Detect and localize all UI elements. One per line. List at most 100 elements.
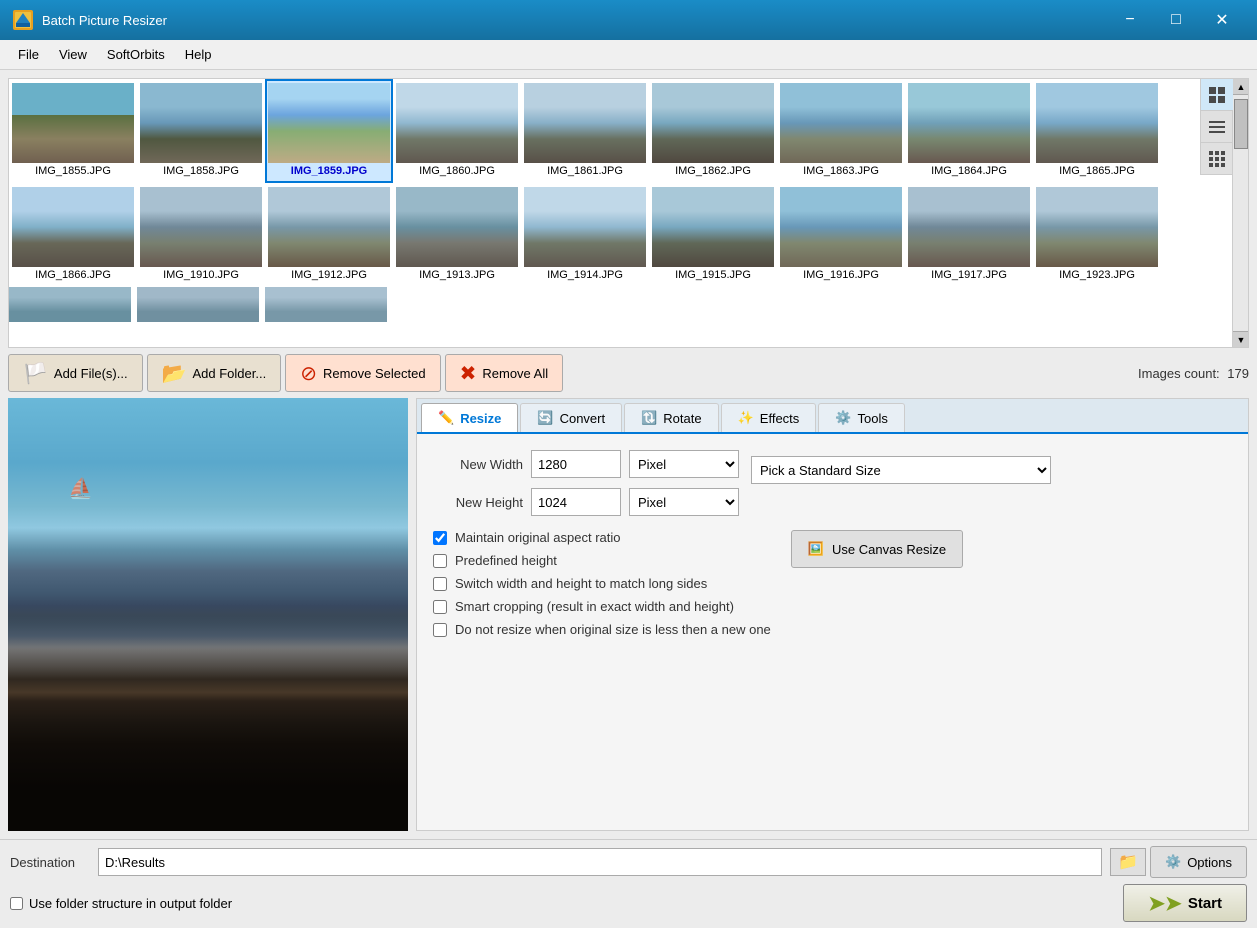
minimize-button[interactable]: −	[1107, 0, 1153, 40]
tab-effects[interactable]: ✨ Effects	[721, 403, 817, 432]
view-grid-button[interactable]	[1201, 143, 1233, 175]
view-list-button[interactable]	[1201, 111, 1233, 143]
no-resize-row: Do not resize when original size is less…	[433, 622, 771, 637]
width-unit-select[interactable]: Pixel Percent Centimeter Inch	[629, 450, 739, 478]
height-input[interactable]	[531, 488, 621, 516]
gallery-item-1862[interactable]: IMG_1862.JPG	[649, 79, 777, 183]
label-1916: IMG_1916.JPG	[781, 267, 901, 283]
height-row: New Height Pixel Percent Centimeter Inch	[433, 488, 739, 516]
sailboat-icon: ⛵	[68, 476, 93, 501]
add-folder-button[interactable]: 📂 Add Folder...	[147, 354, 282, 392]
browse-destination-button[interactable]: 📁	[1110, 848, 1146, 876]
folder-structure-checkbox[interactable]	[10, 897, 23, 910]
label-1861: IMG_1861.JPG	[525, 163, 645, 179]
gallery-item-1923[interactable]: IMG_1923.JPG	[1033, 183, 1161, 287]
add-files-button[interactable]: 🏳️ Add File(s)...	[8, 354, 143, 392]
destination-row: Destination 📁 ⚙️ Options	[10, 846, 1247, 878]
gallery-item-1861[interactable]: IMG_1861.JPG	[521, 79, 649, 183]
remove-all-button[interactable]: ✖ Remove All	[445, 354, 564, 392]
label-1913: IMG_1913.JPG	[397, 267, 517, 283]
remove-selected-button[interactable]: ⊘ Remove Selected	[285, 354, 440, 392]
width-input[interactable]	[531, 450, 621, 478]
no-resize-label: Do not resize when original size is less…	[455, 622, 771, 637]
standard-size-select[interactable]: Pick a Standard Size 640×480 800×600 102…	[751, 456, 1051, 484]
effects-tab-label: Effects	[760, 411, 800, 426]
gallery-item-1916[interactable]: IMG_1916.JPG	[777, 183, 905, 287]
bottom-buttons-row: Use folder structure in output folder ➤➤…	[10, 884, 1247, 922]
scroll-up-arrow[interactable]: ▲	[1233, 79, 1249, 95]
label-1863: IMG_1863.JPG	[781, 163, 901, 179]
smart-cropping-row: Smart cropping (result in exact width an…	[433, 599, 771, 614]
gallery-item-1914[interactable]: IMG_1914.JPG	[521, 183, 649, 287]
gallery-item-1859[interactable]: IMG_1859.JPG	[265, 79, 393, 183]
scroll-down-arrow[interactable]: ▼	[1233, 331, 1249, 347]
preview-image: ⛵	[8, 398, 408, 831]
no-resize-checkbox[interactable]	[433, 623, 447, 637]
gallery-partial-3	[265, 287, 393, 322]
smart-cropping-checkbox[interactable]	[433, 600, 447, 614]
start-button[interactable]: ➤➤ Start	[1123, 884, 1247, 922]
scroll-thumb[interactable]	[1234, 99, 1248, 149]
label-1912: IMG_1912.JPG	[269, 267, 389, 283]
canvas-resize-button[interactable]: 🖼️ Use Canvas Resize	[791, 530, 963, 568]
maintain-aspect-checkbox[interactable]	[433, 531, 447, 545]
label-1866: IMG_1866.JPG	[13, 267, 133, 283]
label-1923: IMG_1923.JPG	[1037, 267, 1157, 283]
gallery-item-1860[interactable]: IMG_1860.JPG	[393, 79, 521, 183]
gallery-item-1866[interactable]: IMG_1866.JPG	[9, 183, 137, 287]
menu-softorbits[interactable]: SoftOrbits	[97, 43, 175, 66]
thumb-1855	[12, 83, 134, 163]
gallery-item-1858[interactable]: IMG_1858.JPG	[137, 79, 265, 183]
label-1915: IMG_1915.JPG	[653, 267, 773, 283]
predefined-height-checkbox[interactable]	[433, 554, 447, 568]
thumb-1863	[780, 83, 902, 163]
add-files-label: Add File(s)...	[54, 366, 128, 381]
remove-selected-icon: ⊘	[300, 361, 317, 386]
view-thumbnail-button[interactable]	[1201, 79, 1233, 111]
thumb-1864	[908, 83, 1030, 163]
menubar: File View SoftOrbits Help	[0, 40, 1257, 70]
maximize-button[interactable]: □	[1153, 0, 1199, 40]
gallery-item-1864[interactable]: IMG_1864.JPG	[905, 79, 1033, 183]
gallery-item-1863[interactable]: IMG_1863.JPG	[777, 79, 905, 183]
close-button[interactable]: ✕	[1199, 0, 1245, 40]
resize-tab-icon: ✏️	[438, 410, 454, 426]
gallery-item-1913[interactable]: IMG_1913.JPG	[393, 183, 521, 287]
gallery-item-1915[interactable]: IMG_1915.JPG	[649, 183, 777, 287]
destination-input[interactable]	[98, 848, 1102, 876]
dimensions-row: New Width Pixel Percent Centimeter Inch	[433, 450, 1232, 516]
options-button[interactable]: ⚙️ Options	[1150, 846, 1247, 878]
label-1910: IMG_1910.JPG	[141, 267, 261, 283]
remove-all-icon: ✖	[460, 361, 477, 386]
right-panel: ✏️ Resize 🔄 Convert 🔃 Rotate ✨ Effects ⚙…	[416, 398, 1249, 831]
convert-tab-label: Convert	[560, 411, 606, 426]
app-title: Batch Picture Resizer	[42, 13, 1107, 28]
thumb-1915	[652, 187, 774, 267]
gallery-item-1917[interactable]: IMG_1917.JPG	[905, 183, 1033, 287]
width-row: New Width Pixel Percent Centimeter Inch	[433, 450, 739, 478]
tab-content-resize: New Width Pixel Percent Centimeter Inch	[417, 434, 1248, 830]
gallery-item-1910[interactable]: IMG_1910.JPG	[137, 183, 265, 287]
tab-resize[interactable]: ✏️ Resize	[421, 403, 518, 432]
label-1914: IMG_1914.JPG	[525, 267, 645, 283]
gallery-item-1865[interactable]: IMG_1865.JPG	[1033, 79, 1161, 183]
folder-structure-row: Use folder structure in output folder	[10, 896, 232, 911]
resize-form: New Width Pixel Percent Centimeter Inch	[433, 450, 1232, 637]
thumb-1865	[1036, 83, 1158, 163]
height-unit-select[interactable]: Pixel Percent Centimeter Inch	[629, 488, 739, 516]
gallery-item-1855[interactable]: IMG_1855.JPG	[9, 79, 137, 183]
tab-convert[interactable]: 🔄 Convert	[520, 403, 622, 432]
thumb-1916	[780, 187, 902, 267]
switch-width-height-label: Switch width and height to match long si…	[455, 576, 707, 591]
app-icon	[12, 9, 34, 31]
tab-rotate[interactable]: 🔃 Rotate	[624, 403, 719, 432]
tab-tools[interactable]: ⚙️ Tools	[818, 403, 905, 432]
thumb-1862	[652, 83, 774, 163]
menu-file[interactable]: File	[8, 43, 49, 66]
gallery-item-1912[interactable]: IMG_1912.JPG	[265, 183, 393, 287]
gallery-partial-1	[9, 287, 137, 322]
menu-help[interactable]: Help	[175, 43, 222, 66]
switch-width-height-checkbox[interactable]	[433, 577, 447, 591]
remove-all-label: Remove All	[482, 366, 548, 381]
menu-view[interactable]: View	[49, 43, 97, 66]
